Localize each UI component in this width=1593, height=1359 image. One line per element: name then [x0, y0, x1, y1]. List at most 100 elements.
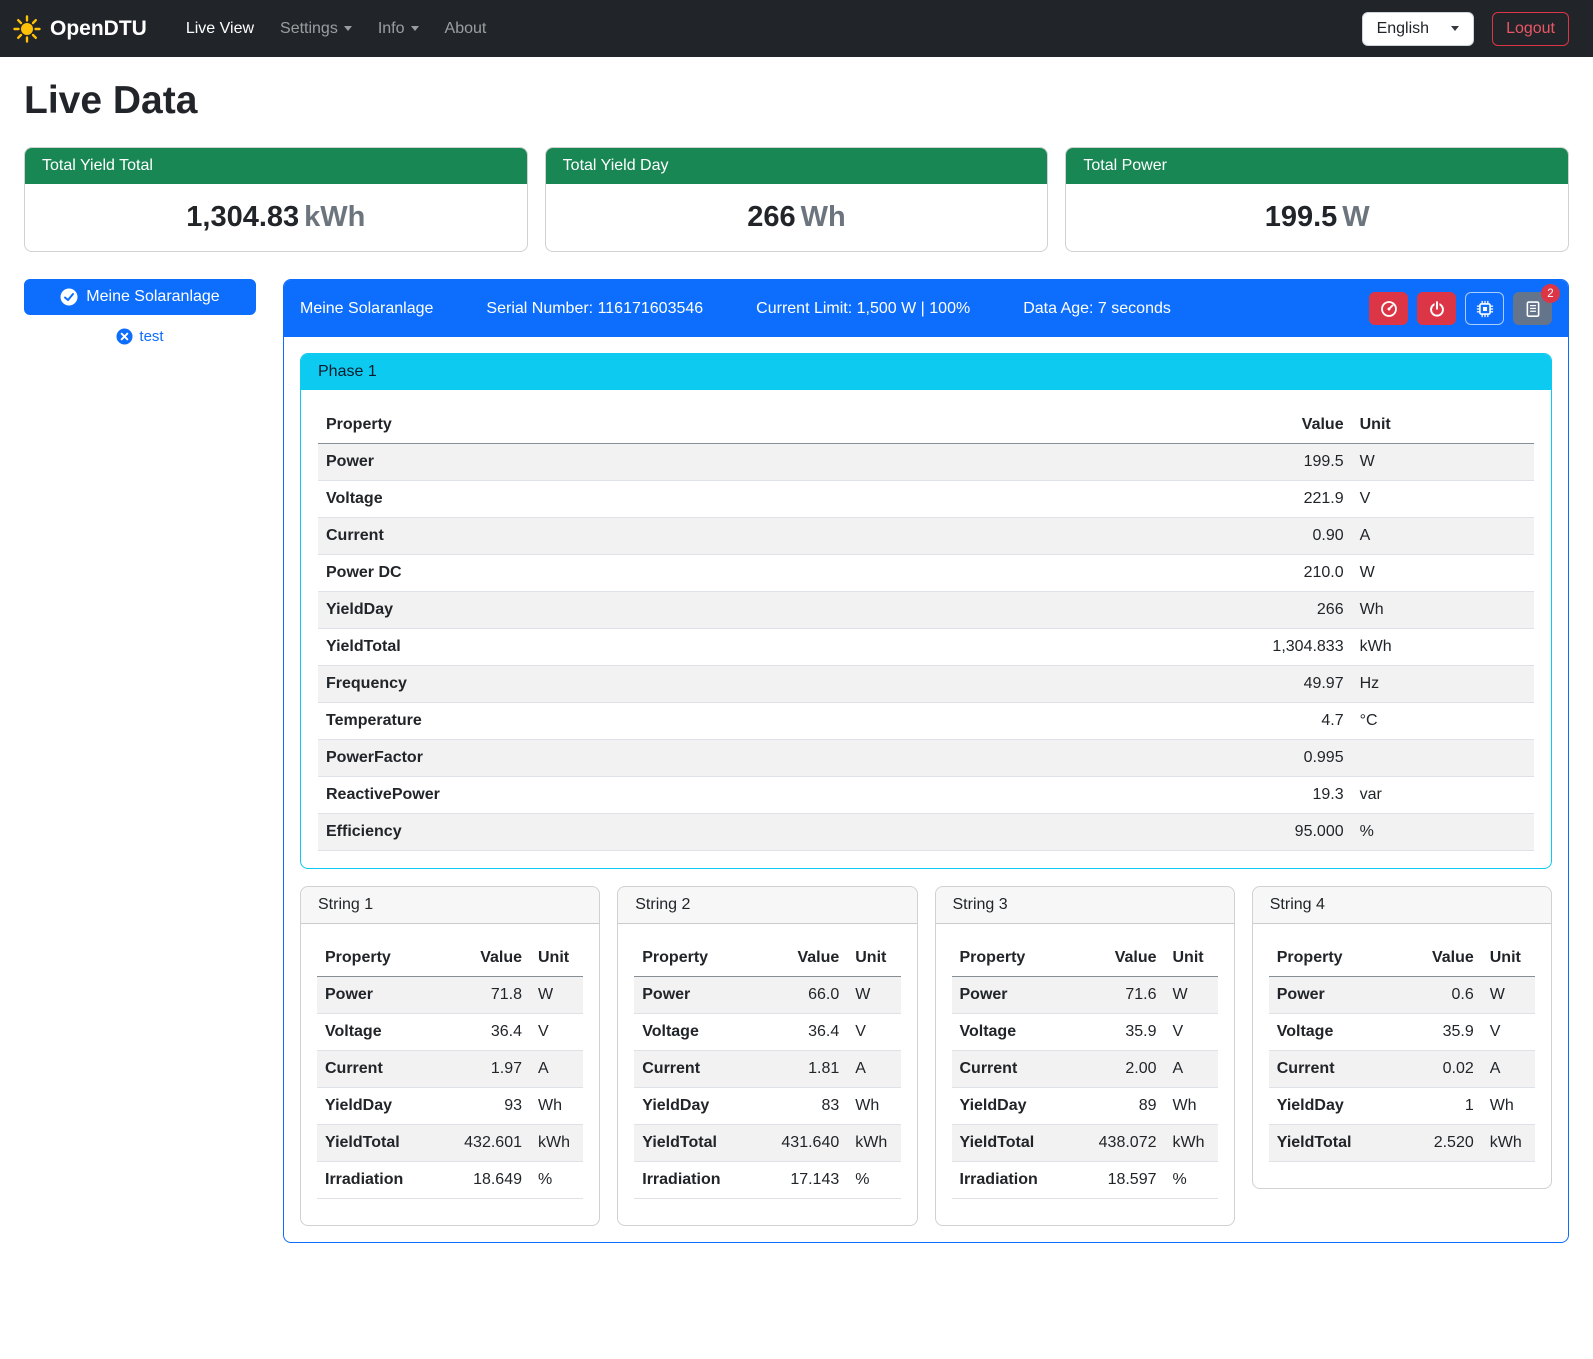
string-card-title: String 3 — [936, 887, 1234, 924]
check-circle-icon — [60, 288, 78, 306]
row-property: Power — [317, 977, 439, 1014]
table-header-row: Property Value Unit — [634, 940, 900, 977]
row-value: 35.9 — [1074, 1014, 1165, 1051]
power-button[interactable] — [1417, 292, 1456, 325]
content: Meine Solaranlage test Meine Solaranlage… — [0, 279, 1593, 1243]
row-value: 36.4 — [439, 1014, 530, 1051]
row-unit: % — [847, 1162, 900, 1199]
row-value: 438.072 — [1074, 1125, 1165, 1162]
row-unit: V — [1165, 1014, 1218, 1051]
row-value: 199.5 — [1048, 444, 1352, 481]
sun-logo-icon — [12, 14, 42, 44]
language-select-value: English — [1377, 20, 1429, 38]
navbar: OpenDTU Live View Settings Info About En… — [0, 0, 1593, 57]
row-value: 210.0 — [1048, 555, 1352, 592]
row-value: 18.649 — [439, 1162, 530, 1199]
column-value: Value — [1391, 940, 1482, 977]
table-row: YieldDay 83 Wh — [634, 1088, 900, 1125]
row-property: Irradiation — [317, 1162, 439, 1199]
limit-settings-button[interactable] — [1369, 292, 1408, 325]
row-unit: % — [530, 1162, 583, 1199]
table-row: Efficiency 95.000 % — [318, 814, 1534, 851]
row-unit: V — [847, 1014, 900, 1051]
table-row: Power 71.6 W — [952, 977, 1218, 1014]
row-property: YieldTotal — [317, 1125, 439, 1162]
row-unit: kWh — [1352, 629, 1534, 666]
column-value: Value — [1074, 940, 1165, 977]
inverter-sidebar: Meine Solaranlage test — [24, 279, 256, 345]
row-property: YieldDay — [1269, 1088, 1391, 1125]
inverter-serial: Serial Number: 116171603546 — [486, 300, 703, 318]
row-property: Voltage — [1269, 1014, 1391, 1051]
column-unit: Unit — [1352, 407, 1534, 444]
card-total-power: Total Power 199.5W — [1065, 147, 1569, 252]
row-property: Irradiation — [634, 1162, 756, 1199]
table-row: YieldTotal 1,304.833 kWh — [318, 629, 1534, 666]
sidebar-item-meine-solaranlage[interactable]: Meine Solaranlage — [24, 279, 256, 315]
table-row: Current 0.02 A — [1269, 1051, 1535, 1088]
card-unit: Wh — [801, 201, 846, 233]
power-icon — [1428, 300, 1446, 318]
table-row: ReactivePower 19.3 var — [318, 777, 1534, 814]
string-table: Property Value Unit Power 66.0 W Voltage… — [634, 940, 900, 1199]
row-unit: W — [847, 977, 900, 1014]
row-unit: kWh — [530, 1125, 583, 1162]
row-unit: kWh — [1165, 1125, 1218, 1162]
row-property: Frequency — [318, 666, 1048, 703]
row-value: 0.995 — [1048, 740, 1352, 777]
row-value: 36.4 — [757, 1014, 848, 1051]
nav-settings-dropdown[interactable]: Settings — [267, 12, 365, 46]
table-row: Voltage 35.9 V — [1269, 1014, 1535, 1051]
string-card-title: String 1 — [301, 887, 599, 924]
table-row: Temperature 4.7 °C — [318, 703, 1534, 740]
gauge-icon — [1380, 300, 1398, 318]
nav-about[interactable]: About — [432, 12, 500, 46]
row-unit: Wh — [1482, 1088, 1535, 1125]
row-value: 89 — [1074, 1088, 1165, 1125]
column-unit: Unit — [1165, 940, 1218, 977]
row-property: Temperature — [318, 703, 1048, 740]
column-property: Property — [952, 940, 1074, 977]
column-property: Property — [317, 940, 439, 977]
row-unit: W — [1352, 555, 1534, 592]
table-header-row: Property Value Unit — [952, 940, 1218, 977]
sidebar-item-label: test — [139, 328, 163, 345]
card-unit: W — [1342, 201, 1369, 233]
phase-card-title: Phase 1 — [301, 354, 1551, 390]
column-value: Value — [439, 940, 530, 977]
event-log-button[interactable]: 2 — [1513, 292, 1552, 325]
event-count-badge: 2 — [1541, 284, 1560, 303]
row-property: Voltage — [317, 1014, 439, 1051]
row-property: YieldDay — [318, 592, 1048, 629]
inverter-limit: Current Limit: 1,500 W | 100% — [756, 300, 970, 318]
table-header-row: Property Value Unit — [318, 407, 1534, 444]
inverter-data-age: Data Age: 7 seconds — [1023, 300, 1171, 318]
sidebar-item-label: Meine Solaranlage — [86, 288, 219, 306]
brand[interactable]: OpenDTU — [12, 14, 147, 44]
card-unit: kWh — [304, 201, 365, 233]
row-unit: W — [1482, 977, 1535, 1014]
card-title: Total Power — [1066, 148, 1568, 184]
table-header-row: Property Value Unit — [317, 940, 583, 977]
string-card-1: String 1 Property Value Unit Power — [300, 886, 600, 1226]
string-table: Property Value Unit Power 71.6 W Voltage… — [952, 940, 1218, 1199]
column-unit: Unit — [1482, 940, 1535, 977]
card-value: 1,304.83 — [186, 201, 299, 233]
language-select[interactable]: English — [1362, 12, 1474, 46]
table-row: YieldDay 89 Wh — [952, 1088, 1218, 1125]
row-property: YieldTotal — [634, 1125, 756, 1162]
row-value: 1,304.833 — [1048, 629, 1352, 666]
nav-info-dropdown[interactable]: Info — [365, 12, 432, 46]
device-info-button[interactable] — [1465, 292, 1504, 325]
row-value: 0.6 — [1391, 977, 1482, 1014]
page-title: Live Data — [24, 79, 1569, 123]
row-property: Power — [318, 444, 1048, 481]
row-property: ReactivePower — [318, 777, 1048, 814]
sidebar-item-test[interactable]: test — [24, 328, 256, 345]
nav-live-view[interactable]: Live View — [173, 12, 267, 46]
row-property: Power — [1269, 977, 1391, 1014]
row-property: YieldDay — [952, 1088, 1074, 1125]
string-card-3: String 3 Property Value Unit Power — [935, 886, 1235, 1226]
logout-button[interactable]: Logout — [1492, 12, 1569, 46]
column-property: Property — [1269, 940, 1391, 977]
